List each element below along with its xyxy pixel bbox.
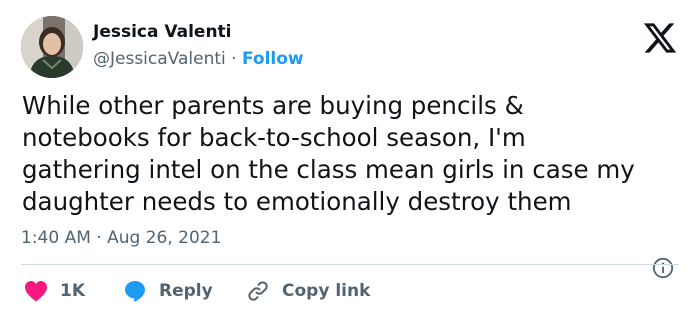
divider [21, 264, 679, 265]
tweet-line: gathering intel on the class mean girls … [22, 155, 635, 184]
tweet-timestamp[interactable]: 1:40 AM · Aug 26, 2021 [21, 228, 221, 248]
copy-link-label: Copy link [282, 281, 371, 301]
tweet-line: notebooks for back-to-school season, I'm [22, 123, 526, 152]
reply-button[interactable]: Reply [123, 276, 213, 306]
link-icon [248, 281, 268, 301]
tweet-line: While other parents are buying pencils & [22, 91, 524, 120]
handle-separator: · [231, 49, 237, 69]
author-handle-row: @JessicaValenti · Follow [93, 49, 304, 69]
action-bar: 1K Reply Copy link [0, 276, 700, 306]
avatar[interactable] [21, 16, 83, 78]
tweet-line: daughter needs to emotionally destroy th… [22, 187, 572, 216]
heart-icon [25, 281, 47, 302]
author-handle[interactable]: @JessicaValenti [93, 49, 226, 69]
speech-bubble-icon [125, 281, 145, 302]
tweet-text: While other parents are buying pencils &… [22, 90, 682, 218]
like-count: 1K [60, 281, 86, 301]
reply-label: Reply [159, 281, 213, 301]
copy-link-button[interactable]: Copy link [246, 276, 370, 306]
avatar-photo [21, 16, 83, 78]
tweet-card: Jessica Valenti @JessicaValenti · Follow… [0, 0, 700, 318]
author-name[interactable]: Jessica Valenti [93, 22, 232, 42]
like-button[interactable]: 1K [24, 276, 85, 306]
follow-button[interactable]: Follow [242, 49, 304, 69]
x-logo-icon[interactable] [641, 20, 679, 56]
